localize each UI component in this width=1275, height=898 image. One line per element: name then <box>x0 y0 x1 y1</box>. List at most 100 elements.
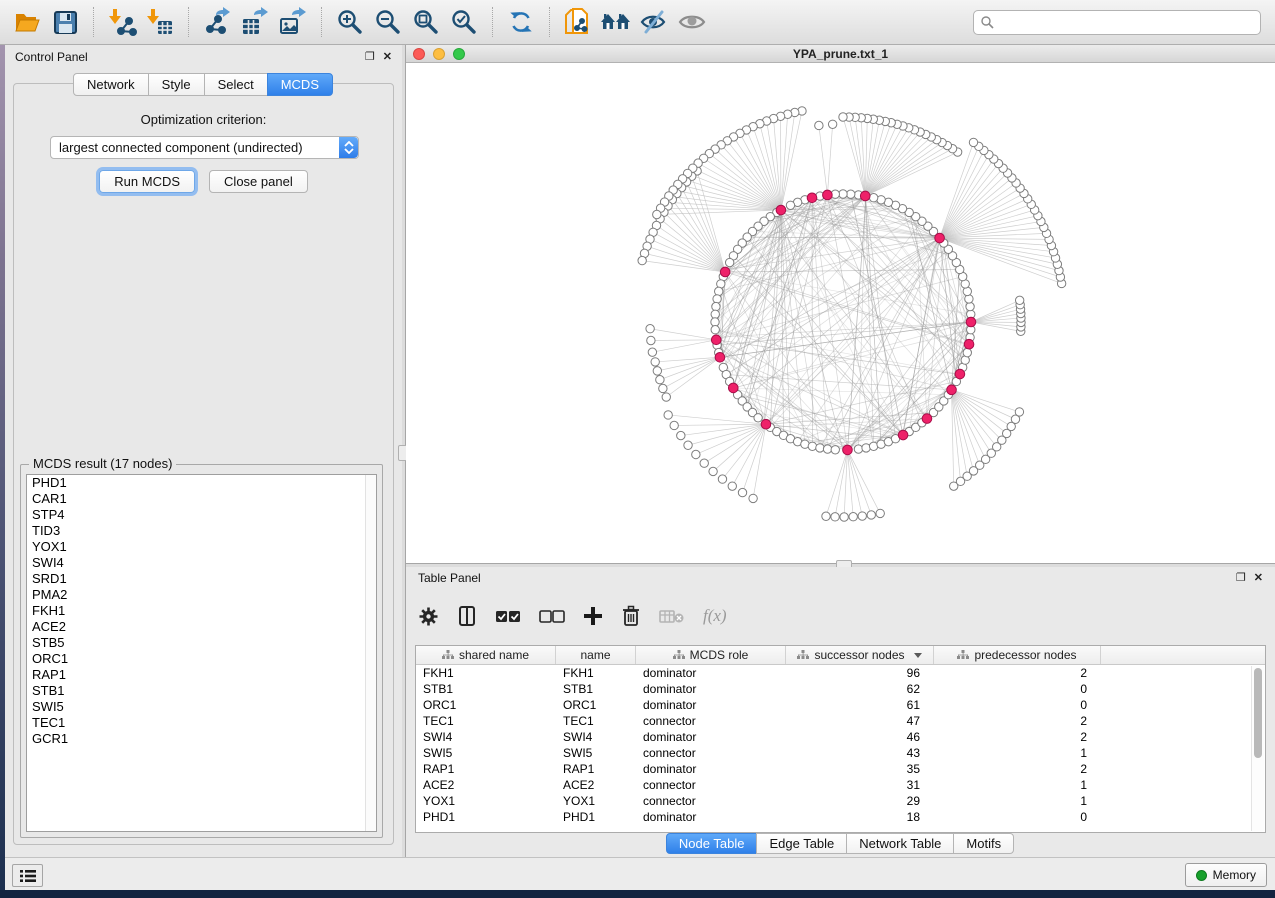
list-item[interactable]: SRD1 <box>27 571 376 587</box>
list-item[interactable]: GCR1 <box>27 731 376 747</box>
mcds-hub-node[interactable] <box>728 383 738 393</box>
network-node[interactable] <box>647 336 655 344</box>
table-row[interactable]: STB1STB1dominator620 <box>416 681 1265 697</box>
network-node[interactable] <box>656 376 664 384</box>
network-node[interactable] <box>749 494 757 502</box>
optimization-criterion-select[interactable]: largest connected component (undirected) <box>50 136 359 159</box>
network-node[interactable] <box>786 201 794 209</box>
network-node[interactable] <box>670 421 678 429</box>
table-row[interactable]: ACE2ACE2connector311 <box>416 777 1265 793</box>
run-mcds-button[interactable]: Run MCDS <box>99 170 195 193</box>
list-item[interactable]: STP4 <box>27 507 376 523</box>
close-panel-button[interactable]: Close panel <box>209 170 308 193</box>
mcds-hub-node[interactable] <box>711 335 721 345</box>
mcds-hub-node[interactable] <box>715 352 725 362</box>
network-node[interactable] <box>1015 408 1023 416</box>
mcds-hub-node[interactable] <box>935 233 945 243</box>
list-item[interactable]: ORC1 <box>27 651 376 667</box>
hide-selected-eye-icon[interactable] <box>637 5 671 39</box>
column-header-MCDS-role[interactable]: MCDS role <box>636 646 786 664</box>
network-node[interactable] <box>858 512 866 520</box>
network-node[interactable] <box>677 431 685 439</box>
network-node[interactable] <box>816 444 824 452</box>
network-node[interactable] <box>709 467 717 475</box>
mcds-hub-node[interactable] <box>922 414 932 424</box>
network-node[interactable] <box>725 258 733 266</box>
network-node[interactable] <box>711 310 719 318</box>
list-item[interactable]: CAR1 <box>27 491 376 507</box>
network-node[interactable] <box>849 513 857 521</box>
list-item[interactable]: RAP1 <box>27 667 376 683</box>
table-row[interactable]: YOX1YOX1connector291 <box>416 793 1265 809</box>
table-scrollbar-thumb[interactable] <box>1254 668 1262 758</box>
network-node[interactable] <box>648 348 656 356</box>
mcds-hub-node[interactable] <box>955 369 965 379</box>
export-image-icon[interactable] <box>276 5 310 39</box>
network-node[interactable] <box>831 446 839 454</box>
list-item[interactable]: PMA2 <box>27 587 376 603</box>
network-node[interactable] <box>728 482 736 490</box>
search-input[interactable] <box>994 15 1254 29</box>
mcds-hub-node[interactable] <box>843 445 853 455</box>
list-item[interactable]: PHD1 <box>27 475 376 491</box>
select-all-icon[interactable] <box>495 609 521 623</box>
network-node[interactable] <box>712 302 720 310</box>
network-node[interactable] <box>831 513 839 521</box>
network-node[interactable] <box>828 120 836 128</box>
mcds-hub-node[interactable] <box>823 190 833 200</box>
list-item[interactable]: YOX1 <box>27 539 376 555</box>
import-network-icon[interactable] <box>105 5 139 39</box>
mcds-hub-node[interactable] <box>807 193 817 203</box>
export-network-icon[interactable] <box>200 5 234 39</box>
list-item[interactable]: TEC1 <box>27 715 376 731</box>
tab-select[interactable]: Select <box>204 73 268 96</box>
network-node[interactable] <box>869 194 877 202</box>
network-node[interactable] <box>965 295 973 303</box>
network-node[interactable] <box>653 367 661 375</box>
network-node[interactable] <box>840 513 848 521</box>
refresh-layout-icon[interactable] <box>504 5 538 39</box>
tab-node-table[interactable]: Node Table <box>666 833 758 854</box>
network-node[interactable] <box>713 295 721 303</box>
network-node[interactable] <box>692 450 700 458</box>
network-node[interactable] <box>754 414 762 422</box>
network-node[interactable] <box>700 459 708 467</box>
network-node[interactable] <box>847 190 855 198</box>
open-folder-icon[interactable] <box>10 5 44 39</box>
gear-icon[interactable] <box>418 606 439 627</box>
network-node[interactable] <box>718 475 726 483</box>
save-session-icon[interactable] <box>48 5 82 39</box>
list-item[interactable]: ACE2 <box>27 619 376 635</box>
table-row[interactable]: SWI4SWI4dominator462 <box>416 729 1265 745</box>
tab-edge-table[interactable]: Edge Table <box>756 833 847 854</box>
network-node[interactable] <box>854 445 862 453</box>
network-node[interactable] <box>646 325 654 333</box>
column-header-shared-name[interactable]: shared name <box>416 646 556 664</box>
table-row[interactable]: TEC1TEC1connector472 <box>416 713 1265 729</box>
list-item[interactable]: SWI4 <box>27 555 376 571</box>
network-node[interactable] <box>651 358 659 366</box>
float-panel-icon[interactable]: ❐ <box>365 52 375 63</box>
zoom-in-icon[interactable] <box>333 5 367 39</box>
network-node[interactable] <box>653 210 661 218</box>
network-node[interactable] <box>738 488 746 496</box>
network-node[interactable] <box>664 411 672 419</box>
network-node[interactable] <box>969 138 977 146</box>
network-node[interactable] <box>808 442 816 450</box>
network-node[interactable] <box>876 509 884 517</box>
network-node[interactable] <box>862 444 870 452</box>
mcds-hub-node[interactable] <box>761 419 771 429</box>
add-column-icon[interactable] <box>583 606 603 626</box>
network-node[interactable] <box>839 190 847 198</box>
tab-network[interactable]: Network <box>73 73 149 96</box>
close-panel-icon[interactable]: ✕ <box>1254 573 1263 584</box>
network-canvas[interactable] <box>406 63 1275 563</box>
houses-icon[interactable] <box>599 5 633 39</box>
network-node[interactable] <box>823 445 831 453</box>
columns-icon[interactable] <box>457 605 477 627</box>
show-all-eye-icon[interactable] <box>675 5 709 39</box>
network-node[interactable] <box>684 441 692 449</box>
column-header-successor-nodes[interactable]: successor nodes <box>786 646 934 664</box>
mcds-hub-node[interactable] <box>860 191 870 201</box>
table-row[interactable]: SWI5SWI5connector431 <box>416 745 1265 761</box>
